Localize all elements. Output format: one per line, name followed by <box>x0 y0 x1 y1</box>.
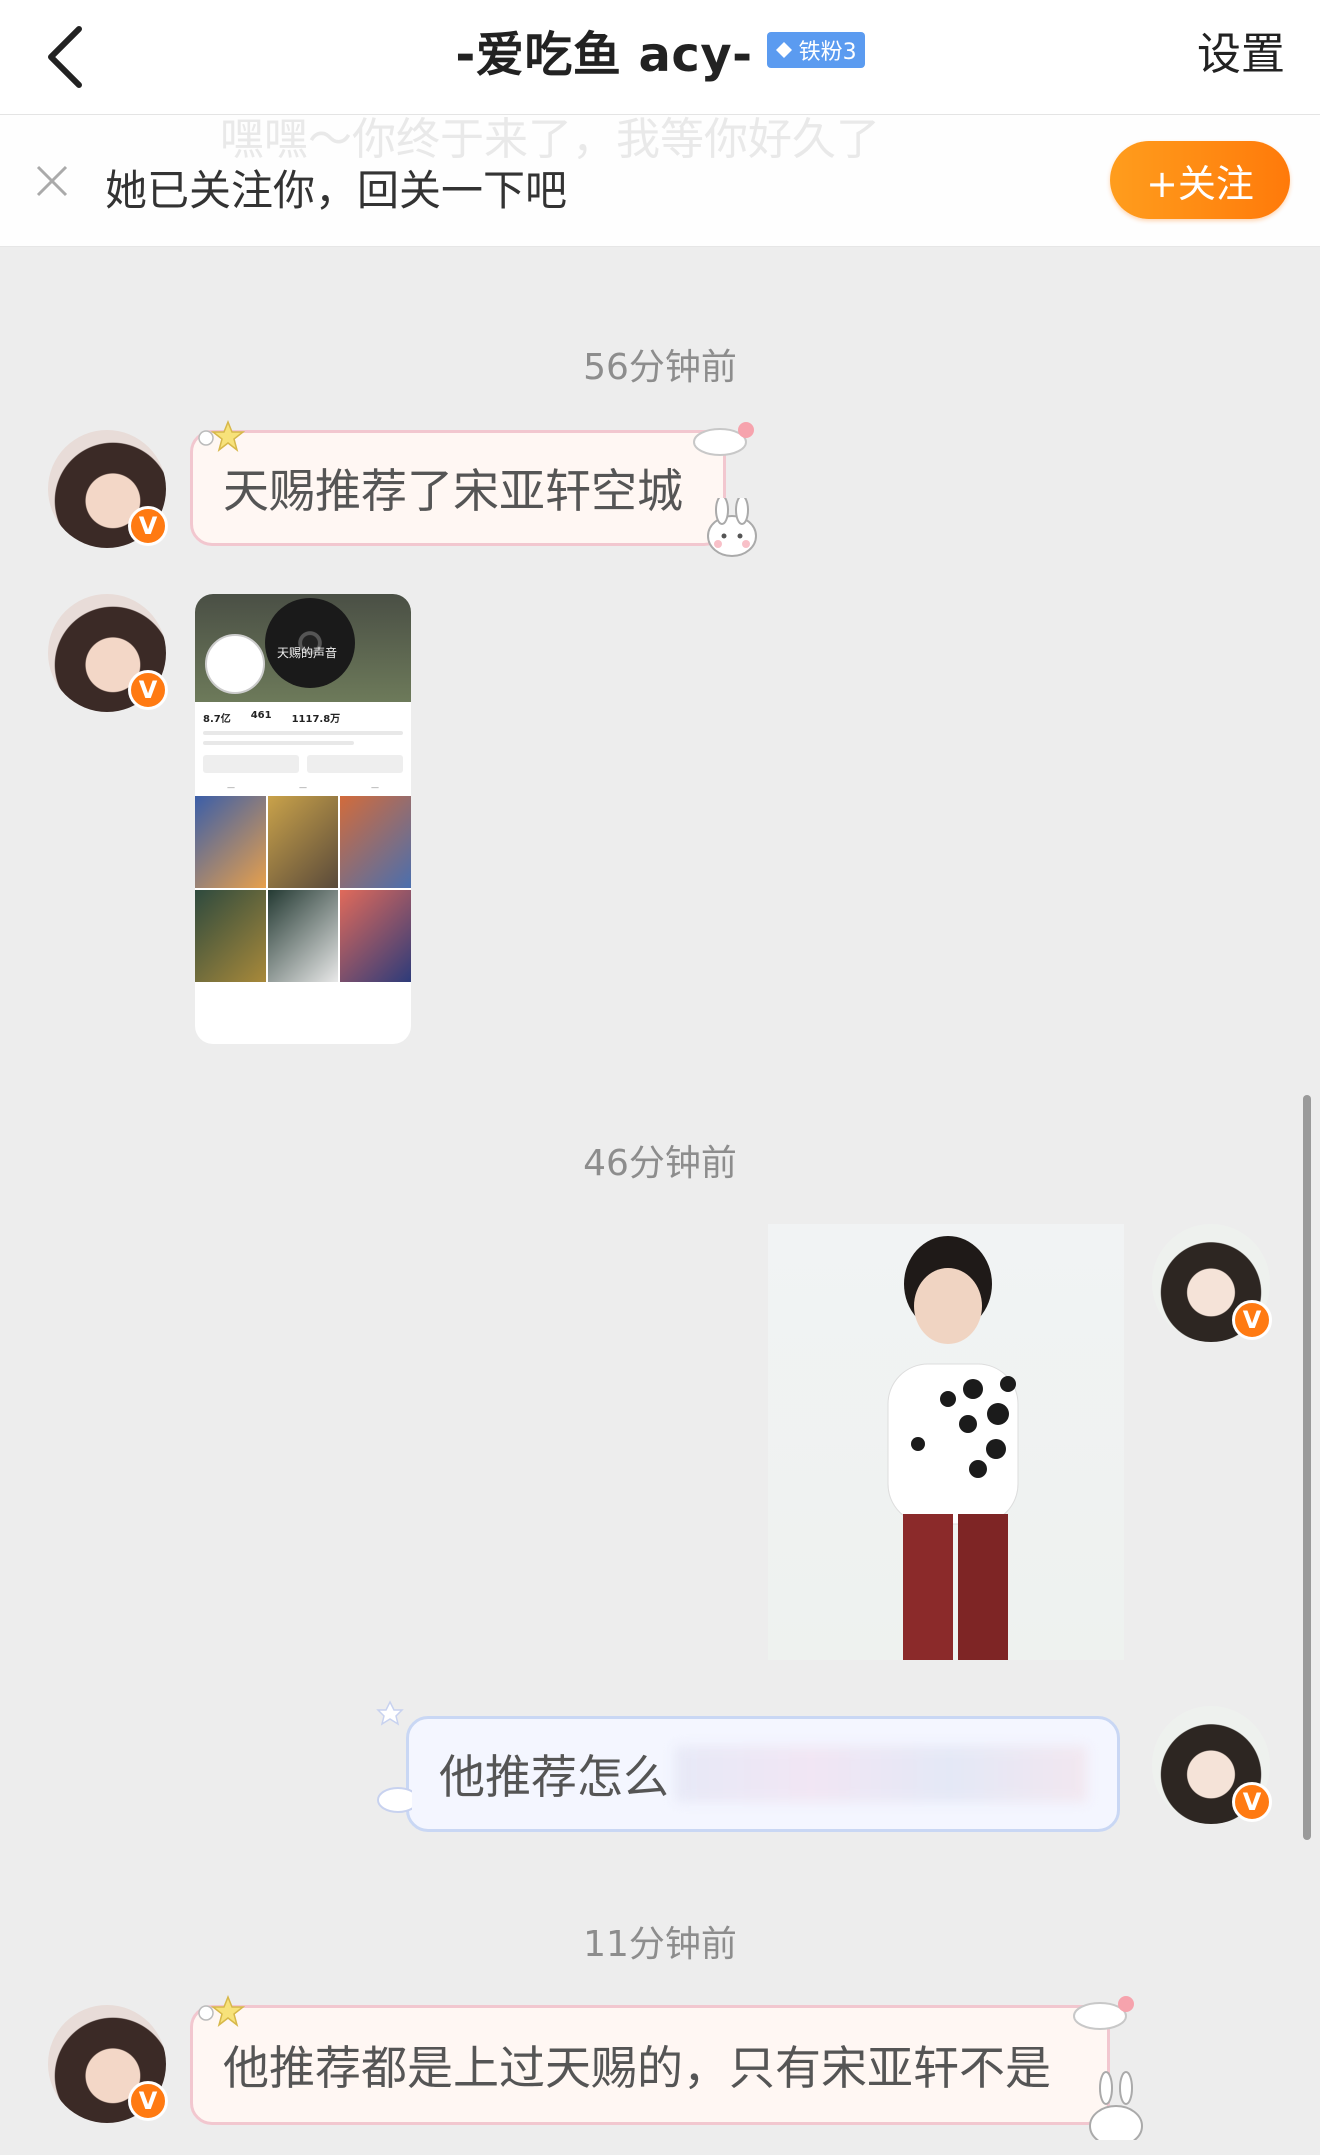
follow-back-prompt: 她已关注你，回关一下吧 <box>105 166 568 215</box>
message-text: 他推荐都是上过天赐的，只有宋亚轩不是 <box>223 2041 1051 2095</box>
screenshot-stats: 8.7亿 461 1117.8万 <box>195 702 411 725</box>
person-photo-illustration <box>887 1236 1019 1660</box>
verified-badge: V <box>128 670 168 710</box>
verified-badge: V <box>128 506 168 546</box>
screenshot-buttons <box>195 745 411 777</box>
fan-level-badge: 铁粉3 <box>766 32 865 68</box>
settings-button[interactable]: 设置 <box>1197 25 1285 85</box>
stat-value: 8.7亿 <box>203 714 231 725</box>
image-message-screenshot[interactable]: 天赐的声音 8.7亿 461 1117.8万 — — — <box>195 594 411 1044</box>
screenshot-button <box>307 755 403 773</box>
screenshot-profile-title: 天赐的声音 <box>277 646 338 660</box>
follow-back-banner: 嘿嘿～你终于来了，我等你好久了 她已关注你，回关一下吧 +关注 <box>0 114 1320 247</box>
stat-value: 1117.8万 <box>291 714 341 725</box>
star-sticker-icon <box>198 420 246 452</box>
message-timestamp: 46分钟前 <box>583 1143 737 1184</box>
screenshot-button <box>203 755 299 773</box>
screenshot-profile-header: 天赐的声音 <box>195 594 411 702</box>
image-message-photo[interactable] <box>768 1224 1124 1660</box>
close-icon[interactable] <box>32 161 72 201</box>
screenshot-tab: — <box>299 783 307 792</box>
channel-logo <box>205 634 265 694</box>
verified-badge: V <box>1232 1300 1272 1340</box>
blurred-text-region <box>675 1746 1087 1802</box>
chat-title: -爱吃鱼 acy- <box>455 27 753 83</box>
fan-level-label: 铁粉3 <box>798 40 857 65</box>
sender-avatar[interactable]: V <box>48 430 168 548</box>
cloud-sticker-icon <box>693 422 754 456</box>
star-sticker-icon <box>198 1995 246 2027</box>
video-thumbnail <box>267 796 339 888</box>
vinyl-disc-icon <box>265 598 355 688</box>
screenshot-text-line <box>203 731 403 735</box>
follow-button[interactable]: +关注 <box>1110 141 1290 219</box>
message-text: 他推荐怎么 <box>439 1750 669 1804</box>
screenshot-tab: — <box>227 783 235 792</box>
video-thumbnail <box>195 796 266 888</box>
video-thumbnail <box>340 796 411 888</box>
video-thumbnail <box>340 890 411 982</box>
message-text: 天赐推荐了宋亚轩空城 <box>223 464 683 518</box>
message-timestamp: 56分钟前 <box>583 347 737 388</box>
verified-badge: V <box>1232 1782 1272 1822</box>
message-bubble-sent[interactable]: 他推荐怎么 <box>406 1716 1120 1832</box>
diamond-icon <box>775 42 792 58</box>
sender-avatar[interactable]: V <box>48 2005 168 2123</box>
sender-avatar[interactable]: V <box>48 594 168 712</box>
bunny-sticker-icon <box>707 498 757 557</box>
message-bubble-received[interactable]: 他推荐都是上过天赐的，只有宋亚轩不是 <box>190 2005 1110 2125</box>
video-thumbnail <box>195 890 266 982</box>
my-avatar[interactable]: V <box>1152 1224 1272 1342</box>
my-avatar[interactable]: V <box>1152 1706 1272 1824</box>
stat-value: 461 <box>250 710 272 721</box>
scrollbar-thumb[interactable] <box>1303 1095 1311 1840</box>
cloud-sticker-icon <box>1073 1996 1134 2030</box>
message-timestamp: 11分钟前 <box>583 1924 737 1965</box>
screenshot-tab: — <box>371 783 379 792</box>
top-navigation-bar: -爱吃鱼 acy- 铁粉3 设置 <box>0 0 1320 115</box>
screenshot-tabs: — — — <box>195 777 411 796</box>
bunny-sticker-icon <box>1089 2071 1143 2140</box>
screenshot-video-grid <box>195 796 411 982</box>
chat-title-group: -爱吃鱼 acy- 铁粉3 <box>0 18 1320 83</box>
verified-badge: V <box>128 2081 168 2121</box>
video-thumbnail <box>267 890 339 982</box>
message-bubble-received[interactable]: 天赐推荐了宋亚轩空城 <box>190 430 726 546</box>
cloud-sticker-icon <box>376 1700 412 1813</box>
